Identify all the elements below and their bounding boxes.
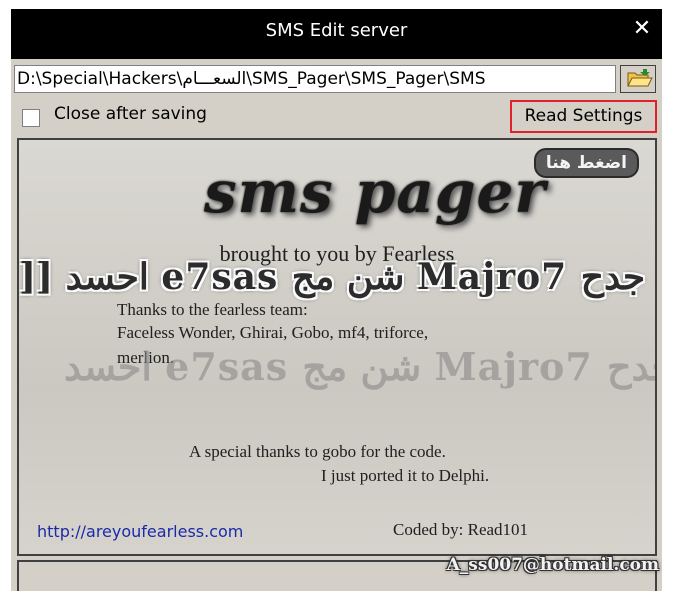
sms-edit-server-window: SMS Edit server ✕ D:\Special\Hackers\الس…: [11, 9, 662, 591]
sms-pager-logo: sms pager: [204, 158, 547, 226]
thanks-text: Thanks to the fearless team:: [117, 300, 308, 319]
browse-button[interactable]: [620, 65, 656, 93]
close-icon[interactable]: ✕: [630, 17, 654, 41]
path-field[interactable]: D:\Special\Hackers\السعـــام\SMS_Pager\S…: [14, 65, 616, 93]
watermark-secondary: احسد e7sas شن مج Majro7 جدح ]]: [64, 344, 655, 389]
close-after-saving-checkbox[interactable]: [22, 109, 40, 127]
watermark-primary: ]] احسد e7sas شن مج Majro7 جدح ]]: [19, 256, 655, 298]
team-members-text: Faceless Wonder, Ghirai, Gobo, mf4, trif…: [117, 323, 429, 342]
special-thanks-text: A special thanks to gobo for the code.: [189, 442, 446, 461]
email-watermark: A_ss007@hotmail.com: [446, 555, 659, 575]
title-bar[interactable]: SMS Edit server ✕: [11, 9, 662, 59]
ported-text: I just ported it to Delphi.: [321, 466, 490, 485]
close-after-saving-label: Close after saving: [54, 104, 207, 124]
read-settings-button[interactable]: Read Settings: [510, 100, 657, 133]
window-title: SMS Edit server: [265, 20, 408, 41]
press-here-badge: اضغط هنا: [535, 150, 637, 176]
open-folder-icon: [627, 69, 653, 87]
website-link[interactable]: http://areyoufearless.com: [37, 522, 243, 541]
coded-by-text: Coded by: Read101: [393, 520, 529, 539]
about-panel: sms pager اضغط هنا brought to you by Fea…: [17, 138, 657, 556]
